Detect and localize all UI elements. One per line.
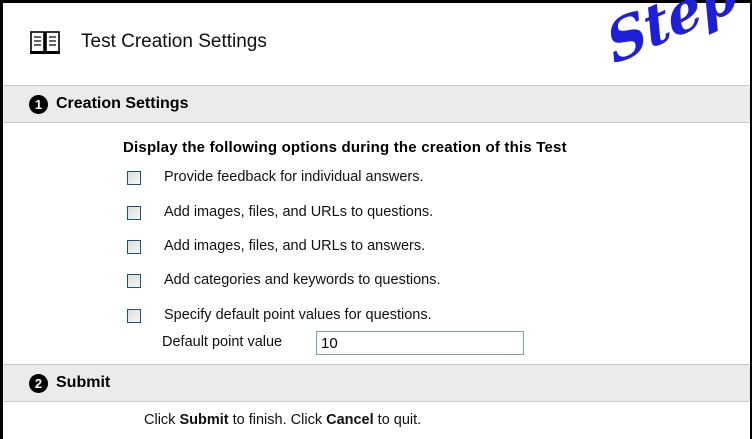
submit-middle: to finish. Click: [228, 412, 327, 428]
default-point-row: Default point value: [162, 330, 562, 355]
section-title-submit: Submit: [56, 374, 111, 391]
submit-word: Submit: [179, 412, 229, 428]
step-annotation-text: Step 3: [599, 0, 752, 79]
section-number-1: 1: [29, 95, 48, 114]
option-label: Specify default point values for questio…: [164, 307, 432, 323]
option-row-default-points: Specify default point values for questio…: [123, 305, 623, 327]
default-point-input[interactable]: [316, 331, 524, 355]
creation-settings-panel: Display the following options during the…: [3, 123, 750, 364]
step-annotation: Step 3: [599, 0, 752, 94]
option-label: Add images, files, and URLs to questions…: [164, 204, 434, 220]
default-points-checkbox[interactable]: [127, 309, 141, 323]
cancel-word: Cancel: [326, 412, 374, 428]
page-title: Test Creation Settings: [81, 31, 267, 52]
option-label: Provide feedback for individual answers.: [164, 169, 424, 185]
option-row-images-questions: Add images, files, and URLs to questions…: [123, 202, 623, 224]
book-icon: [30, 31, 60, 54]
option-row-categories: Add categories and keywords to questions…: [123, 270, 623, 292]
categories-checkbox[interactable]: [127, 274, 141, 288]
submit-prefix: Click: [144, 412, 180, 428]
section-header-submit: 2 Submit: [3, 364, 750, 402]
instructions-text: Display the following options during the…: [123, 139, 567, 156]
submit-instructions: Click Submit to finish. Click Cancel to …: [144, 412, 421, 428]
images-answers-checkbox[interactable]: [127, 240, 141, 254]
option-row-images-answers: Add images, files, and URLs to answers.: [123, 236, 623, 258]
default-point-label: Default point value: [162, 334, 283, 350]
section-title-creation-settings: Creation Settings: [56, 95, 189, 112]
submit-suffix: to quit.: [373, 412, 422, 428]
images-questions-checkbox[interactable]: [127, 206, 141, 220]
option-label: Add categories and keywords to questions…: [164, 272, 441, 288]
feedback-checkbox[interactable]: [127, 171, 141, 185]
section-number-2: 2: [29, 374, 48, 393]
option-label: Add images, files, and URLs to answers.: [164, 238, 426, 254]
section-header-creation-settings: 1 Creation Settings: [3, 85, 750, 123]
option-row-feedback: Provide feedback for individual answers.: [123, 167, 623, 189]
